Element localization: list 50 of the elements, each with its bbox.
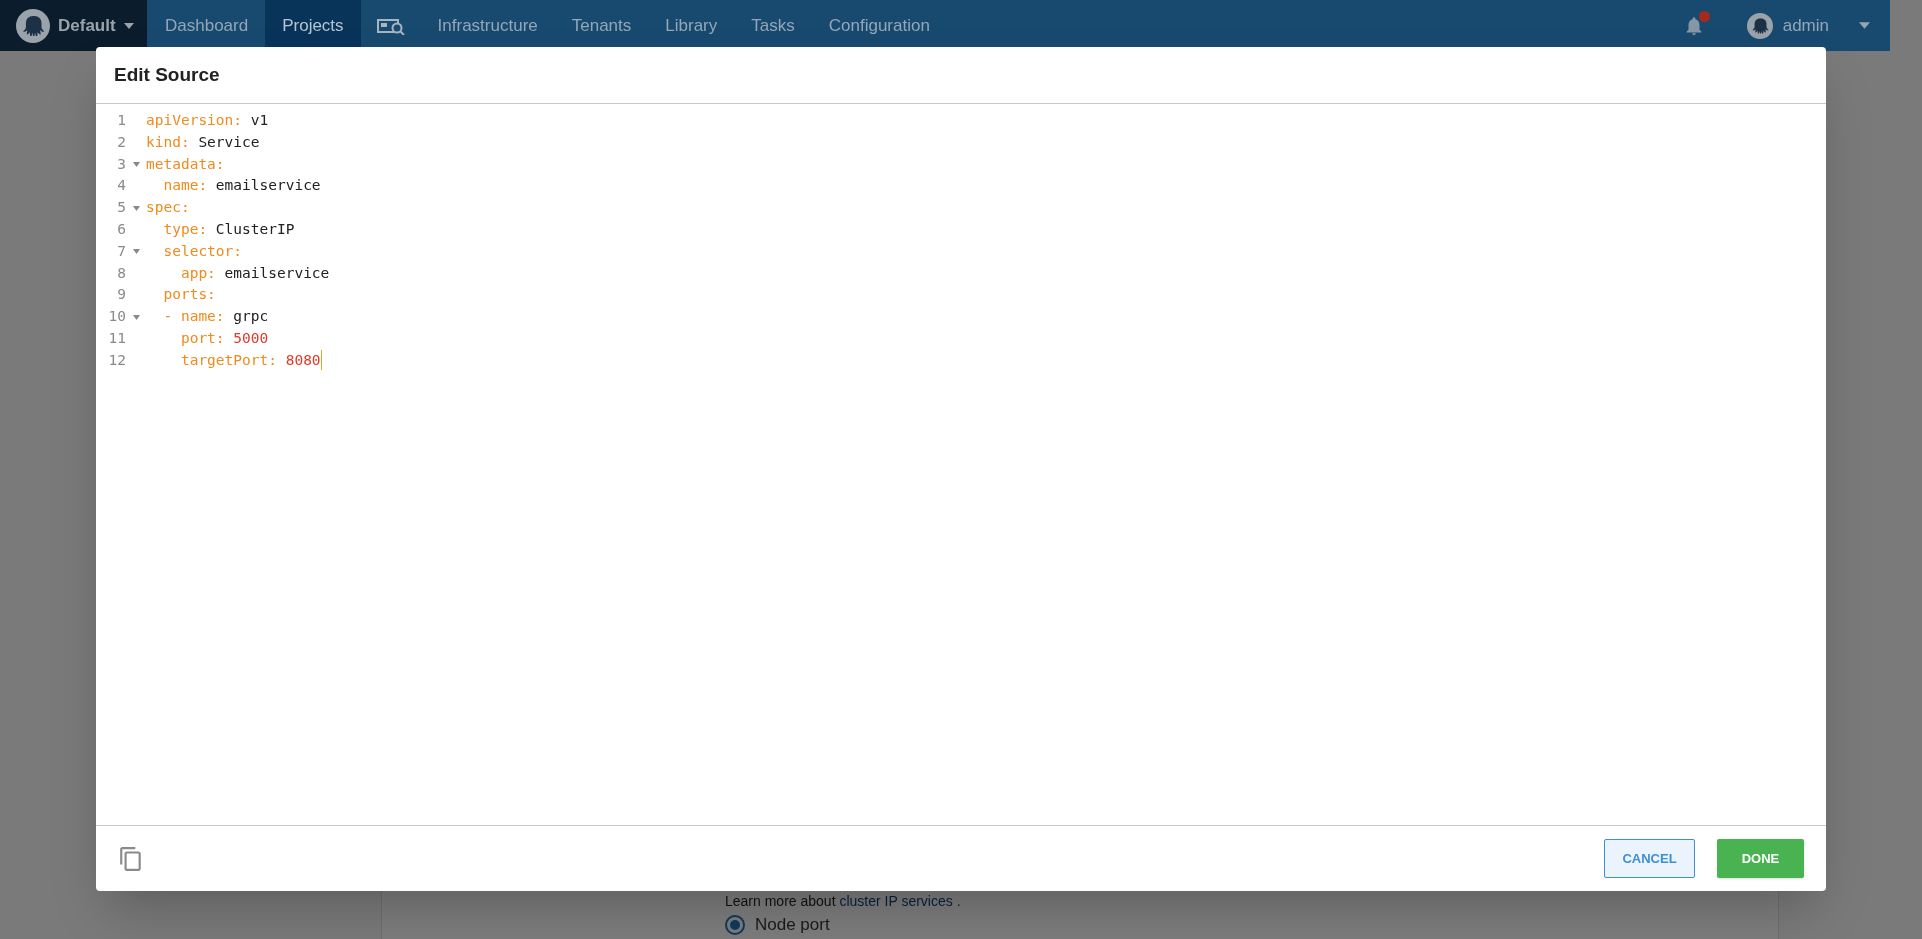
line-number: 2 xyxy=(116,132,126,152)
user-menu[interactable]: admin xyxy=(1746,12,1890,39)
nav-tab[interactable]: Configuration xyxy=(811,0,947,51)
line-number: 6 xyxy=(116,220,126,239)
fold-arrow-icon[interactable] xyxy=(132,314,140,320)
caret-icon xyxy=(1859,22,1870,29)
cancel-button[interactable]: CANCEL xyxy=(1604,839,1695,878)
nav-tab[interactable]: Tenants xyxy=(554,0,649,51)
code-line: selector: xyxy=(162,241,243,261)
nav-tab[interactable]: Library xyxy=(648,0,735,51)
nav-tab[interactable]: Infrastructure xyxy=(420,0,555,51)
fold-arrow-icon[interactable] xyxy=(132,205,140,211)
line-number: 10 xyxy=(107,307,126,327)
fold-arrow-icon[interactable] xyxy=(132,162,140,167)
radio-button[interactable] xyxy=(725,915,745,935)
line-number: 4 xyxy=(116,176,126,196)
code-line: spec: xyxy=(146,198,190,218)
nav-tab[interactable]: Dashboard xyxy=(148,0,266,51)
code-line: apiVersion: v1 xyxy=(146,111,269,130)
help-text-end: . xyxy=(955,893,961,909)
caret-icon xyxy=(123,22,134,29)
user-avatar-icon xyxy=(1746,12,1773,39)
code-line: ports: xyxy=(162,285,216,305)
radio-label: Node port xyxy=(755,914,830,937)
nav-tab[interactable]: Tasks xyxy=(734,0,812,51)
space-switcher[interactable]: Default xyxy=(0,0,147,51)
line-number: 11 xyxy=(107,328,126,348)
code-line: targetPort: 8080 xyxy=(179,350,321,370)
cluster-ip-link[interactable]: cluster IP services xyxy=(839,893,953,909)
line-number: 5 xyxy=(116,198,126,218)
line-number: 8 xyxy=(116,263,126,283)
done-button[interactable]: DONE xyxy=(1717,839,1804,878)
line-number: 3 xyxy=(116,154,126,174)
fold-arrow-icon[interactable] xyxy=(132,249,140,255)
copy-icon[interactable] xyxy=(118,845,144,872)
code-line: app: emailservice xyxy=(179,263,330,283)
code-line: port: 5000 xyxy=(179,328,269,348)
code-line: name: emailservice xyxy=(162,176,321,196)
octopus-logo-icon xyxy=(16,8,50,43)
code-line: type: ClusterIP xyxy=(162,220,295,239)
code-line: - name: grpc xyxy=(162,307,269,327)
line-number: 9 xyxy=(116,285,126,305)
code-line: kind: Service xyxy=(146,132,260,152)
dialog-title: Edit Source xyxy=(114,62,220,87)
line-number: 12 xyxy=(107,350,126,370)
help-text: Learn more about xyxy=(725,893,837,909)
code-editor[interactable]: 1 apiVersion: v1 2 kind: Service 3 metadata: 4 name: emailservice 5 spec: 6 type: ClusterIP 7 selector: 8 app: emailservice 9 ports: 10 - name: grpc 11 port: 5000 12 targetPort: 8080 xyxy=(96,104,1826,825)
line-number: 1 xyxy=(116,111,126,130)
line-number: 7 xyxy=(116,241,126,261)
code-line: metadata: xyxy=(146,154,225,174)
